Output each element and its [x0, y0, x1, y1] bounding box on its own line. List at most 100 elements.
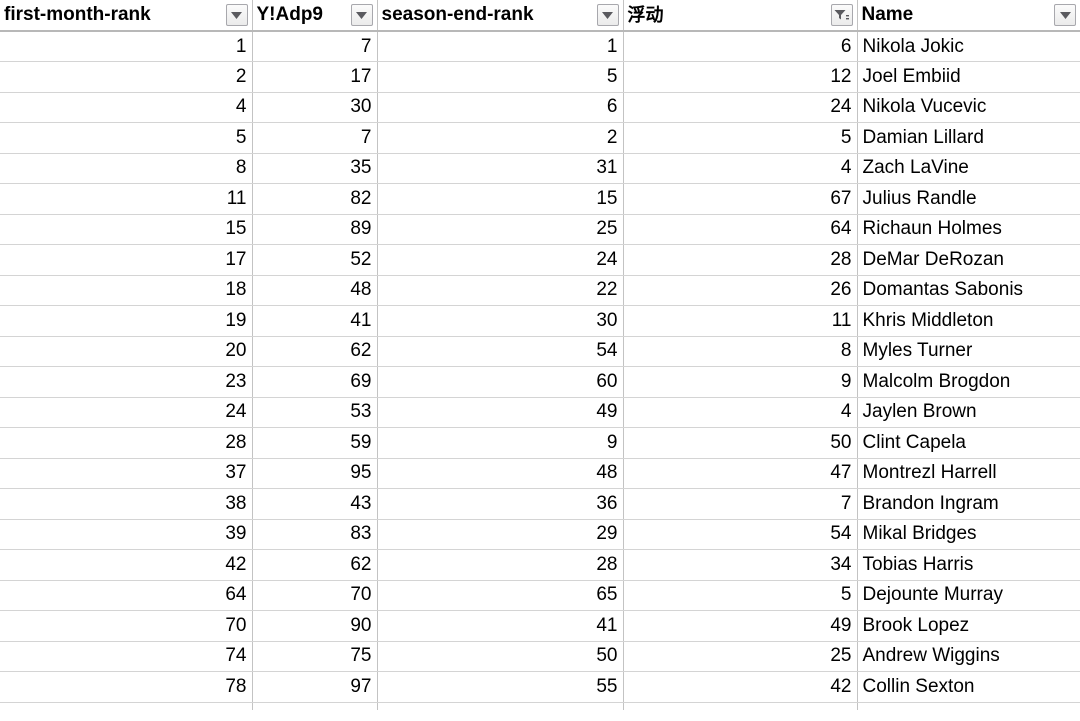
table-cell[interactable]: 11 [0, 183, 253, 215]
table-cell[interactable]: Myles Turner [857, 336, 1080, 367]
table-cell[interactable]: 35 [252, 153, 378, 184]
table-cell[interactable]: 17 [0, 244, 253, 276]
table-row[interactable]: 5 7 2 5 Damian Lillard [0, 122, 1080, 154]
table-cell[interactable]: 34 [623, 549, 858, 581]
table-cell[interactable]: Richaun Holmes [857, 214, 1080, 245]
table-row[interactable]: 11 82 15 67 Julius Randle [0, 183, 1080, 215]
table-cell[interactable] [252, 702, 378, 710]
table-cell[interactable]: 8 [0, 153, 253, 184]
table-cell[interactable]: 9 [623, 366, 858, 398]
table-cell[interactable]: 89 [252, 214, 378, 245]
table-cell[interactable] [377, 702, 624, 710]
table-cell[interactable]: Domantas Sabonis [857, 275, 1080, 306]
table-cell[interactable]: 50 [623, 427, 858, 459]
table-cell[interactable]: 47 [623, 458, 858, 489]
table-cell[interactable]: 1 [0, 31, 253, 62]
table-cell[interactable]: 42 [0, 549, 253, 581]
table-cell[interactable]: Malcolm Brogdon [857, 366, 1080, 398]
table-row[interactable]: 64 70 65 5 Dejounte Murray [0, 580, 1080, 611]
table-cell[interactable]: 4 [0, 92, 253, 123]
table-cell[interactable]: 49 [623, 610, 858, 642]
table-cell[interactable]: 25 [377, 214, 624, 245]
table-cell[interactable]: Nikola Jokic [857, 31, 1080, 62]
table-row[interactable]: 74 75 50 25 Andrew Wiggins [0, 641, 1080, 672]
table-row[interactable]: 70 90 41 49 Brook Lopez [0, 610, 1080, 642]
table-cell[interactable]: 53 [252, 397, 378, 428]
table-cell[interactable]: 1 [377, 31, 624, 62]
table-row[interactable]: 19 41 30 11 Khris Middleton [0, 305, 1080, 337]
table-cell[interactable]: 74 [0, 641, 253, 672]
table-cell[interactable]: Zach LaVine [857, 153, 1080, 184]
table-cell[interactable]: 59 [252, 427, 378, 459]
table-cell[interactable]: 75 [252, 641, 378, 672]
table-cell[interactable]: 41 [252, 305, 378, 337]
table-cell[interactable]: Nikola Vucevic [857, 92, 1080, 123]
column-header-3[interactable]: 浮动 [623, 0, 858, 32]
table-row[interactable]: 18 48 22 26 Domantas Sabonis [0, 275, 1080, 306]
column-header-4[interactable]: Name [857, 0, 1080, 32]
table-row[interactable]: 24 53 49 4 Jaylen Brown [0, 397, 1080, 428]
funnel-filter-icon[interactable] [830, 4, 853, 26]
table-cell[interactable]: 36 [377, 488, 624, 520]
table-cell[interactable]: 23 [0, 366, 253, 398]
table-cell[interactable]: Khris Middleton [857, 305, 1080, 337]
table-row-partial[interactable] [0, 702, 1080, 710]
table-row[interactable]: 28 59 9 50 Clint Capela [0, 427, 1080, 459]
table-cell[interactable]: 5 [623, 122, 858, 154]
table-cell[interactable]: 7 [252, 122, 378, 154]
table-cell[interactable]: 20 [0, 336, 253, 367]
table-cell[interactable]: 30 [252, 92, 378, 123]
table-cell[interactable]: DeMar DeRozan [857, 244, 1080, 276]
table-cell[interactable] [623, 702, 858, 710]
table-cell[interactable]: 48 [252, 275, 378, 306]
table-row[interactable]: 38 43 36 7 Brandon Ingram [0, 488, 1080, 520]
table-row[interactable]: 78 97 55 42 Collin Sexton [0, 671, 1080, 703]
column-header-0[interactable]: first-month-rank [0, 0, 253, 32]
table-cell[interactable]: 26 [623, 275, 858, 306]
table-cell[interactable]: 4 [623, 153, 858, 184]
table-cell[interactable]: 41 [377, 610, 624, 642]
table-row[interactable]: 39 83 29 54 Mikal Bridges [0, 519, 1080, 550]
table-cell[interactable]: Collin Sexton [857, 671, 1080, 703]
table-cell[interactable]: 54 [377, 336, 624, 367]
table-cell[interactable]: 64 [0, 580, 253, 611]
column-header-2[interactable]: season-end-rank [377, 0, 624, 32]
table-cell[interactable]: 8 [623, 336, 858, 367]
table-cell[interactable]: 15 [0, 214, 253, 245]
table-cell[interactable]: 55 [377, 671, 624, 703]
table-cell[interactable]: Mikal Bridges [857, 519, 1080, 550]
table-cell[interactable]: 48 [377, 458, 624, 489]
table-cell[interactable]: 62 [252, 549, 378, 581]
table-cell[interactable]: 37 [0, 458, 253, 489]
table-row[interactable]: 17 52 24 28 DeMar DeRozan [0, 244, 1080, 276]
table-cell[interactable]: 70 [0, 610, 253, 642]
table-row[interactable]: 37 95 48 47 Montrezl Harrell [0, 458, 1080, 489]
table-cell[interactable]: 95 [252, 458, 378, 489]
table-cell[interactable]: Brandon Ingram [857, 488, 1080, 520]
table-cell[interactable]: 42 [623, 671, 858, 703]
table-cell[interactable]: 97 [252, 671, 378, 703]
chevron-down-icon[interactable] [225, 4, 248, 26]
table-cell[interactable]: 6 [623, 31, 858, 62]
table-cell[interactable]: 18 [0, 275, 253, 306]
chevron-down-icon[interactable] [1054, 4, 1076, 26]
table-cell[interactable]: 62 [252, 336, 378, 367]
table-cell[interactable]: 60 [377, 366, 624, 398]
table-cell[interactable]: 39 [0, 519, 253, 550]
table-cell[interactable]: 30 [377, 305, 624, 337]
table-cell[interactable]: 28 [377, 549, 624, 581]
table-cell[interactable]: 15 [377, 183, 624, 215]
table-cell[interactable]: 24 [623, 92, 858, 123]
table-cell[interactable]: Tobias Harris [857, 549, 1080, 581]
table-cell[interactable]: 9 [377, 427, 624, 459]
table-cell[interactable] [857, 702, 1080, 710]
table-cell[interactable]: 2 [0, 61, 253, 93]
chevron-down-icon[interactable] [350, 4, 373, 26]
table-cell[interactable]: 54 [623, 519, 858, 550]
table-cell[interactable]: 25 [623, 641, 858, 672]
table-cell[interactable]: Montrezl Harrell [857, 458, 1080, 489]
table-cell[interactable]: Brook Lopez [857, 610, 1080, 642]
table-cell[interactable]: 6 [377, 92, 624, 123]
table-row[interactable]: 4 30 6 24 Nikola Vucevic [0, 92, 1080, 123]
table-row[interactable]: 8 35 31 4 Zach LaVine [0, 153, 1080, 184]
